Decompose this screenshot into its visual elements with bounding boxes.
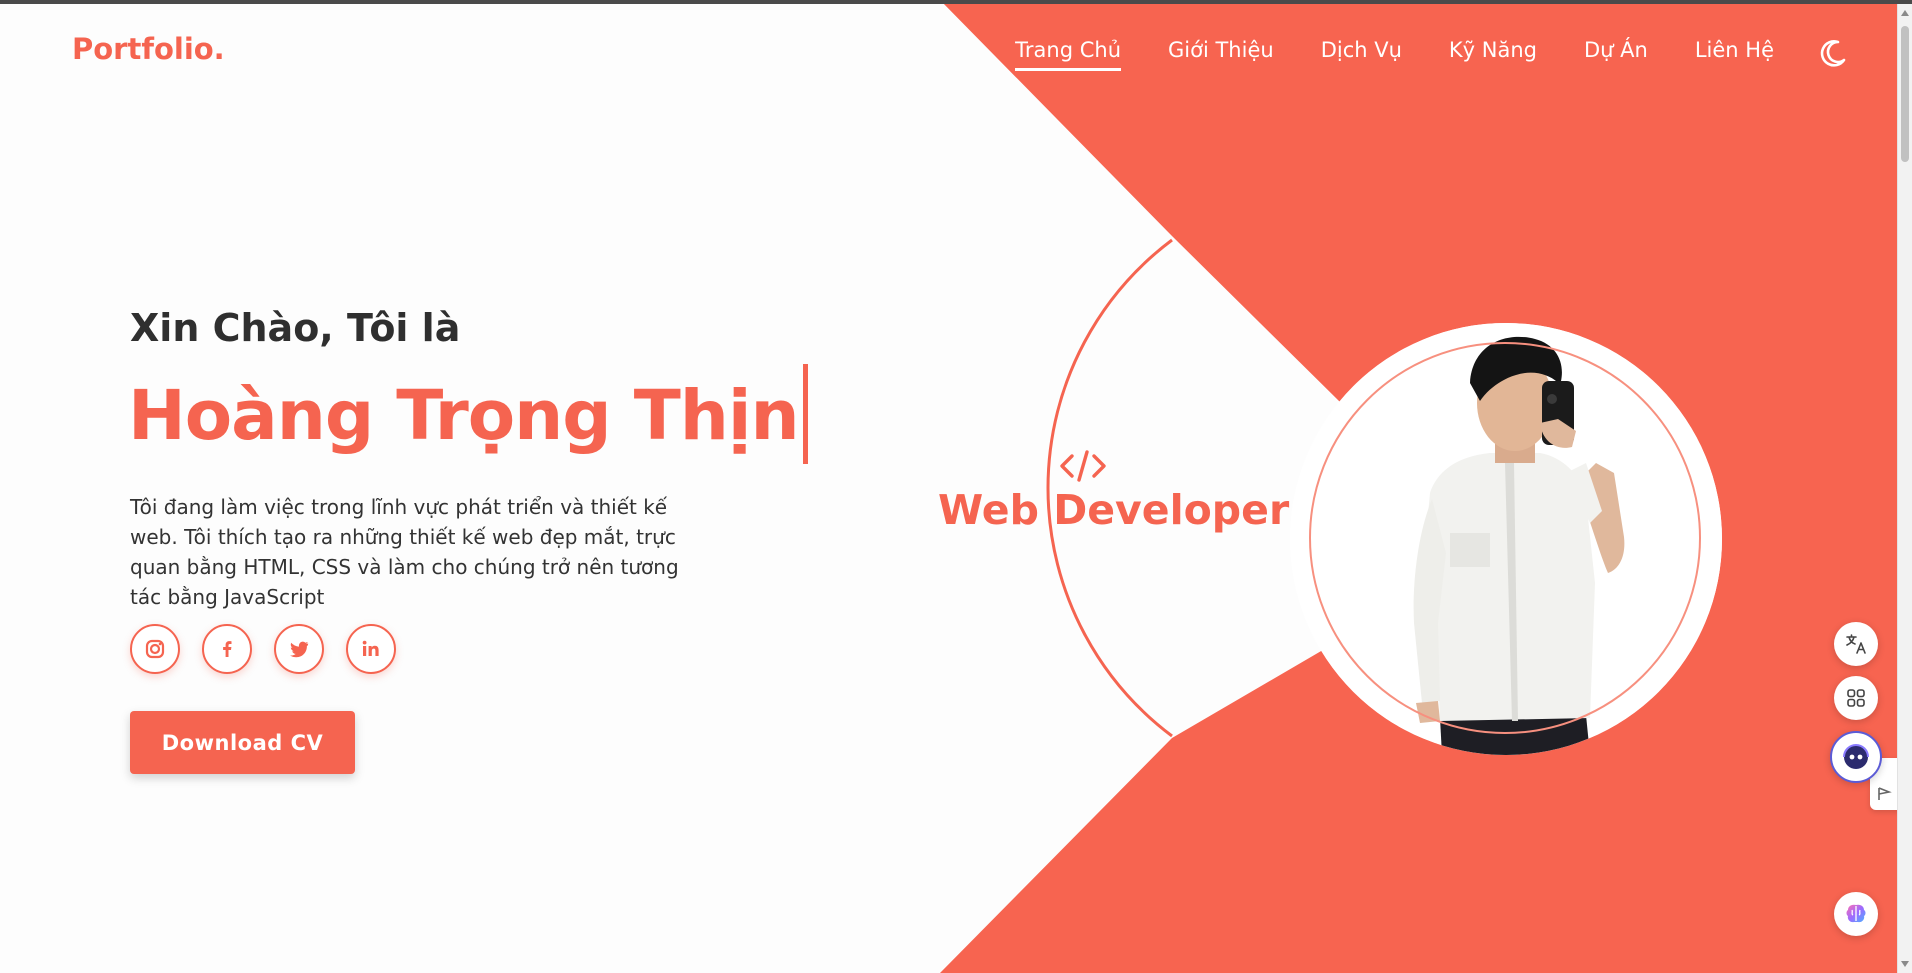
facebook-icon (223, 641, 232, 657)
linkedin-link[interactable] (346, 624, 396, 674)
role-title: Web Developer (938, 486, 1290, 534)
brain-icon (1846, 904, 1866, 923)
apps-grid-icon (1847, 689, 1865, 707)
nav-item-lien-he[interactable]: Liên Hệ (1695, 38, 1774, 71)
nav-item-ky-nang[interactable]: Kỹ Năng (1449, 38, 1537, 71)
typing-cursor (802, 364, 808, 464)
brain-widget[interactable] (1834, 892, 1878, 936)
twitter-link[interactable] (274, 624, 324, 674)
assistant-bot-widget[interactable] (1830, 731, 1882, 783)
assistant-bot-icon (1843, 744, 1869, 769)
main-nav: Trang Chủ Giới Thiệu Dịch Vụ Kỹ Năng Dự … (1015, 38, 1774, 71)
hero-name: Hoàng Trọng Thịn (128, 376, 800, 457)
apps-grid-widget[interactable] (1834, 676, 1878, 720)
download-cv-button[interactable]: Download CV (130, 711, 355, 774)
nav-item-gioi-thieu[interactable]: Giới Thiệu (1168, 38, 1274, 71)
nav-item-du-an[interactable]: Dự Án (1584, 38, 1648, 71)
scroll-thumb[interactable] (1901, 26, 1909, 162)
page-scrollbar[interactable] (1897, 4, 1912, 973)
profile-photo-ring (1309, 342, 1701, 734)
site-logo[interactable]: Portfolio. (72, 32, 225, 66)
nav-item-trang-chu[interactable]: Trang Chủ (1015, 38, 1122, 71)
linkedin-icon (362, 640, 379, 656)
scroll-up-arrow-icon[interactable] (1901, 10, 1909, 16)
moon-icon[interactable] (1816, 36, 1850, 70)
instagram-link[interactable] (130, 624, 180, 674)
twitter-icon (290, 641, 309, 658)
scroll-down-arrow-icon[interactable] (1901, 961, 1909, 967)
nav-item-dich-vu[interactable]: Dịch Vụ (1321, 38, 1402, 71)
social-links (130, 624, 396, 674)
translate-icon (1846, 634, 1866, 654)
code-icon (1060, 450, 1106, 482)
hero-name-line: Hoàng Trọng Thịn (128, 364, 808, 470)
translate-widget[interactable] (1834, 622, 1878, 666)
facebook-link[interactable] (202, 624, 252, 674)
browser-top-strip (0, 0, 1912, 4)
instagram-icon (145, 639, 165, 659)
hero-greeting: Xin Chào, Tôi là (130, 306, 461, 350)
pin-icon (1878, 787, 1892, 800)
hero-intro: Tôi đang làm việc trong lĩnh vực phát tr… (130, 495, 679, 609)
portfolio-page: Portfolio. Trang Chủ Giới Thiệu Dịch Vụ … (0, 0, 1912, 973)
